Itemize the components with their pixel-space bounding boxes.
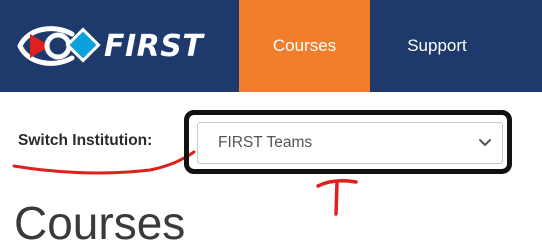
top-nav-bar: FIRST Courses Support xyxy=(0,0,542,92)
first-logo[interactable]: FIRST xyxy=(14,14,228,78)
red-underline-annotation xyxy=(12,150,196,175)
institution-select[interactable]: FIRST Teams xyxy=(197,122,503,164)
nav-tab-support-label: Support xyxy=(407,36,467,55)
nav-tab-courses[interactable]: Courses xyxy=(239,0,370,92)
page-title: Courses xyxy=(14,197,186,249)
first-logo-icon xyxy=(17,26,101,66)
chevron-down-icon xyxy=(479,139,491,146)
nav-tab-support[interactable]: Support xyxy=(370,0,504,92)
institution-select-value: FIRST Teams xyxy=(218,134,313,151)
nav-tab-courses-label: Courses xyxy=(272,36,337,55)
arrow-up-icon xyxy=(316,179,358,216)
logo-wordmark: FIRST xyxy=(104,28,204,64)
